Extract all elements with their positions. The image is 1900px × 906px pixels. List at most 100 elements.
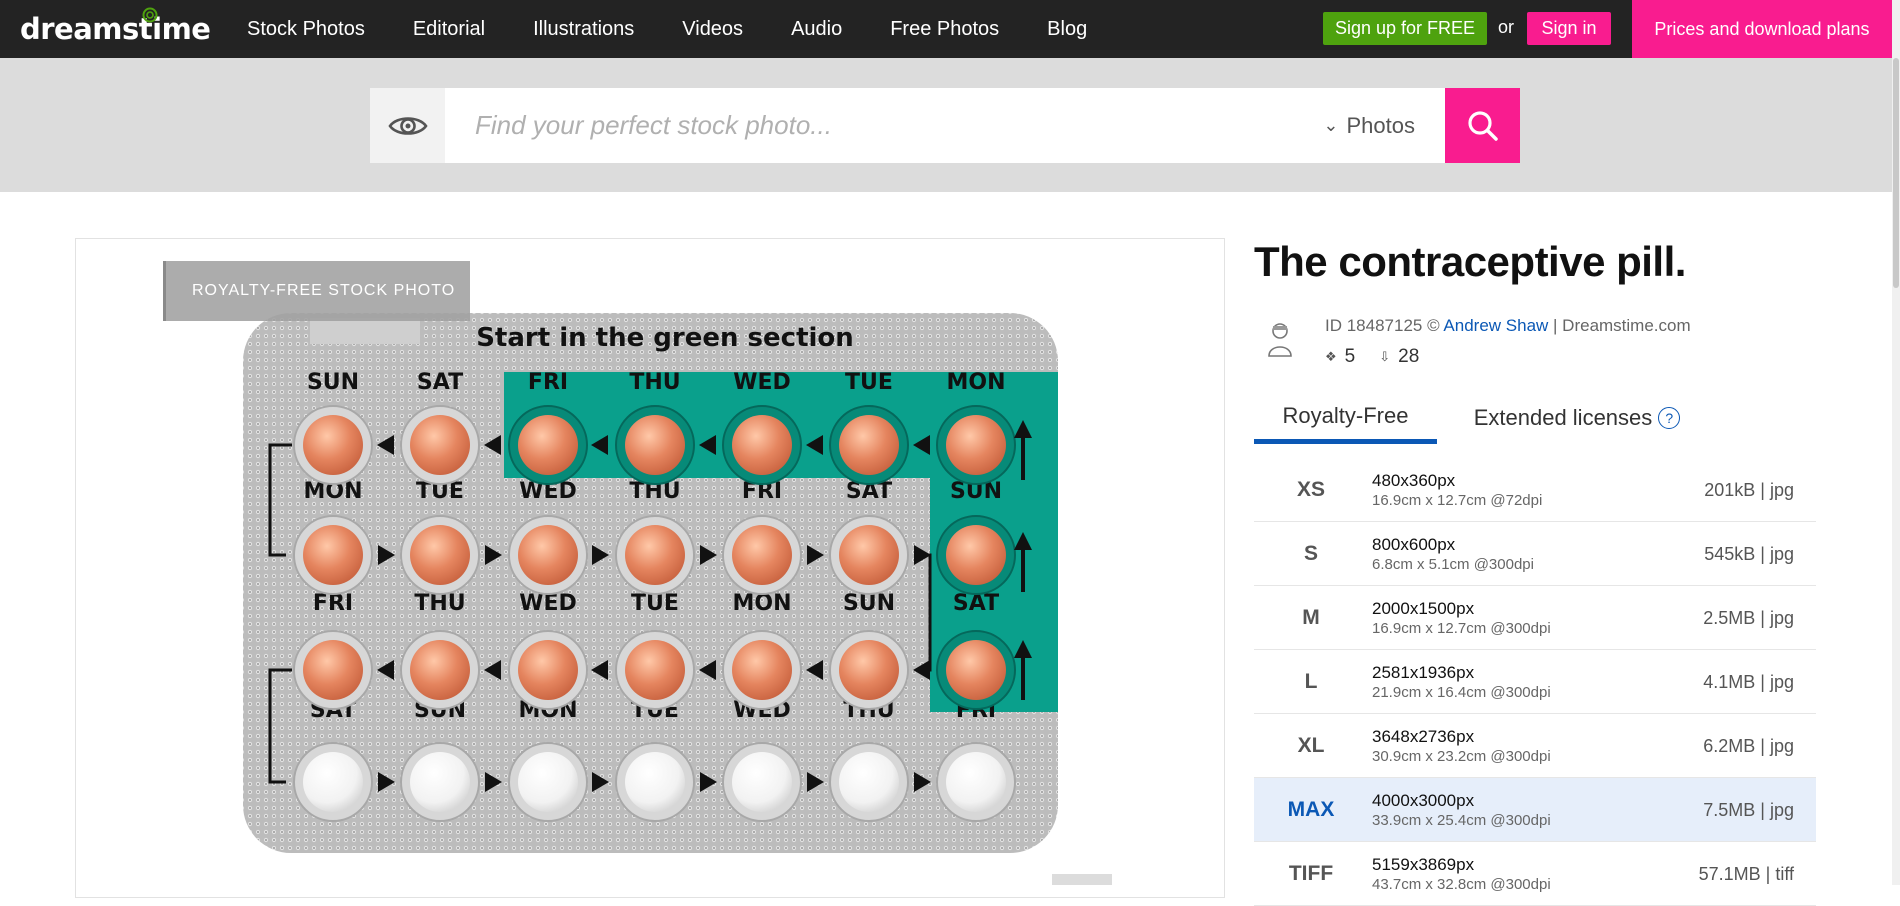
search-input[interactable] — [445, 88, 1145, 163]
size-print: 21.9cm x 16.4cm @300dpi — [1372, 684, 1551, 701]
size-file: 6.2MB | jpg — [1703, 735, 1794, 756]
search-type-label: Photos — [1346, 112, 1416, 138]
help-icon[interactable]: ? — [1658, 407, 1681, 429]
size-code: XS — [1296, 478, 1325, 501]
size-row-m[interactable]: M 2000x1500px 16.9cm x 12.7cm @300dpi 2.… — [1254, 586, 1816, 650]
pack-heading-bar — [310, 318, 420, 344]
active-pill — [839, 525, 899, 585]
tab-royalty-free[interactable]: Royalty-Free — [1254, 392, 1437, 444]
active-pill — [303, 640, 363, 700]
size-print: 33.9cm x 25.4cm @300dpi — [1372, 812, 1551, 829]
placebo-pill — [303, 752, 363, 812]
placebo-pill — [732, 752, 792, 812]
visual-search-button[interactable] — [370, 88, 445, 163]
placebo-pill — [518, 752, 578, 812]
pack-heading: Start in the green section — [476, 323, 854, 353]
or-separator: or — [1498, 17, 1515, 37]
active-pill — [946, 640, 1006, 700]
active-pill — [946, 415, 1006, 475]
preview-photo[interactable]: Start in the green section SUN SAT FRI THU W… — [230, 300, 1070, 860]
search-submit-button[interactable] — [1445, 88, 1520, 163]
size-pixels: 4000x3000px — [1372, 791, 1475, 810]
active-pill — [839, 640, 899, 700]
nav-videos[interactable]: Videos — [682, 18, 743, 41]
nav-free-photos[interactable]: Free Photos — [890, 18, 999, 41]
preview-nav-handle[interactable] — [1052, 874, 1112, 885]
prices-plans-button[interactable]: Prices and download plans — [1632, 0, 1892, 58]
active-pill — [732, 525, 792, 585]
active-pill — [410, 525, 470, 585]
active-pill — [625, 415, 685, 475]
size-print: 6.8cm x 5.1cm @300dpi — [1372, 556, 1534, 573]
page-scrollbar-thumb[interactable] — [1893, 58, 1899, 288]
image-title: The contraceptive pill. — [1254, 238, 1686, 285]
download-icon: ⇩ — [1379, 349, 1391, 364]
size-row-max[interactable]: MAX 4000x3000px 33.9cm x 25.4cm @300dpi … — [1254, 778, 1816, 842]
active-pill — [625, 640, 685, 700]
active-pill — [518, 415, 578, 475]
author-avatar[interactable] — [1265, 320, 1295, 358]
size-pixels: 800x600px — [1372, 535, 1456, 554]
active-pill — [518, 525, 578, 585]
active-pill — [732, 640, 792, 700]
tab-extended-licenses[interactable]: Extended licenses ? — [1457, 392, 1697, 444]
size-file: 545kB | jpg — [1704, 543, 1794, 564]
active-pill — [303, 525, 363, 585]
active-pill — [303, 415, 363, 475]
nav-blog[interactable]: Blog — [1047, 18, 1087, 41]
size-file: 4.1MB | jpg — [1703, 671, 1794, 692]
nav-stock-photos[interactable]: Stock Photos — [247, 18, 365, 41]
main-nav: Stock Photos Editorial Illustrations Vid… — [247, 0, 1135, 58]
size-code: TIFF — [1288, 862, 1334, 885]
size-pixels: 5159x3869px — [1372, 855, 1475, 874]
size-list: XS 480x360px 16.9cm x 12.7cm @72dpi 201k… — [1254, 458, 1816, 906]
placebo-pill — [839, 752, 899, 812]
size-code: M — [1302, 606, 1320, 629]
size-row-l[interactable]: L 2581x1936px 21.9cm x 16.4cm @300dpi 4.… — [1254, 650, 1816, 714]
day-label: SUN — [307, 370, 359, 395]
active-pill — [410, 415, 470, 475]
day-label: TUE — [845, 370, 893, 395]
signup-button[interactable]: Sign up for FREE — [1323, 12, 1487, 45]
views-icon: ❖ — [1325, 349, 1337, 364]
image-id: ID 18487125 © — [1325, 316, 1440, 335]
active-pill — [946, 525, 1006, 585]
size-code: MAX — [1287, 798, 1335, 821]
search-icon — [1467, 110, 1498, 141]
active-pill — [625, 525, 685, 585]
signin-button[interactable]: Sign in — [1527, 12, 1611, 45]
views-count: 5 — [1344, 346, 1356, 367]
search-type-dropdown[interactable]: ⌄ Photos — [1145, 88, 1445, 163]
size-file: 7.5MB | jpg — [1703, 799, 1794, 820]
size-row-s[interactable]: S 800x600px 6.8cm x 5.1cm @300dpi 545kB … — [1254, 522, 1816, 586]
size-pixels: 2581x1936px — [1372, 663, 1475, 682]
tab-extended-label: Extended licenses — [1473, 405, 1653, 430]
size-file: 2.5MB | jpg — [1703, 607, 1794, 628]
active-pill — [732, 415, 792, 475]
size-row-xs[interactable]: XS 480x360px 16.9cm x 12.7cm @72dpi 201k… — [1254, 458, 1816, 522]
royalty-free-badge: ROYALTY-FREE STOCK PHOTO — [163, 261, 470, 321]
nav-audio[interactable]: Audio — [791, 18, 842, 41]
image-stats: ❖ 5 ⇩ 28 — [1325, 346, 1419, 368]
size-print: 16.9cm x 12.7cm @300dpi — [1372, 620, 1551, 637]
eye-icon — [387, 116, 428, 135]
size-pixels: 480x360px — [1372, 471, 1456, 490]
license-tabs: Royalty-Free Extended licenses ? — [1254, 392, 1816, 444]
size-row-xl[interactable]: XL 3648x2736px 30.9cm x 23.2cm @300dpi 6… — [1254, 714, 1816, 778]
day-label: THU — [629, 370, 680, 395]
size-pixels: 3648x2736px — [1372, 727, 1475, 746]
author-link[interactable]: Andrew Shaw — [1443, 316, 1548, 335]
chevron-down-icon: ⌄ — [1323, 115, 1339, 135]
size-file: 57.1MB | tiff — [1698, 863, 1794, 884]
placebo-pill — [946, 752, 1006, 812]
nav-editorial[interactable]: Editorial — [413, 18, 485, 41]
size-row-tiff[interactable]: TIFF 5159x3869px 43.7cm x 32.8cm @300dpi… — [1254, 842, 1816, 906]
size-pixels: 2000x1500px — [1372, 599, 1475, 618]
day-label: FRI — [528, 370, 568, 395]
placebo-pill — [410, 752, 470, 812]
size-print: 16.9cm x 12.7cm @72dpi — [1372, 492, 1543, 509]
size-code: L — [1304, 670, 1318, 693]
day-label: MON — [946, 370, 1005, 395]
nav-illustrations[interactable]: Illustrations — [533, 18, 634, 41]
dreamstime-logo[interactable]: dreamstime — [20, 7, 211, 48]
